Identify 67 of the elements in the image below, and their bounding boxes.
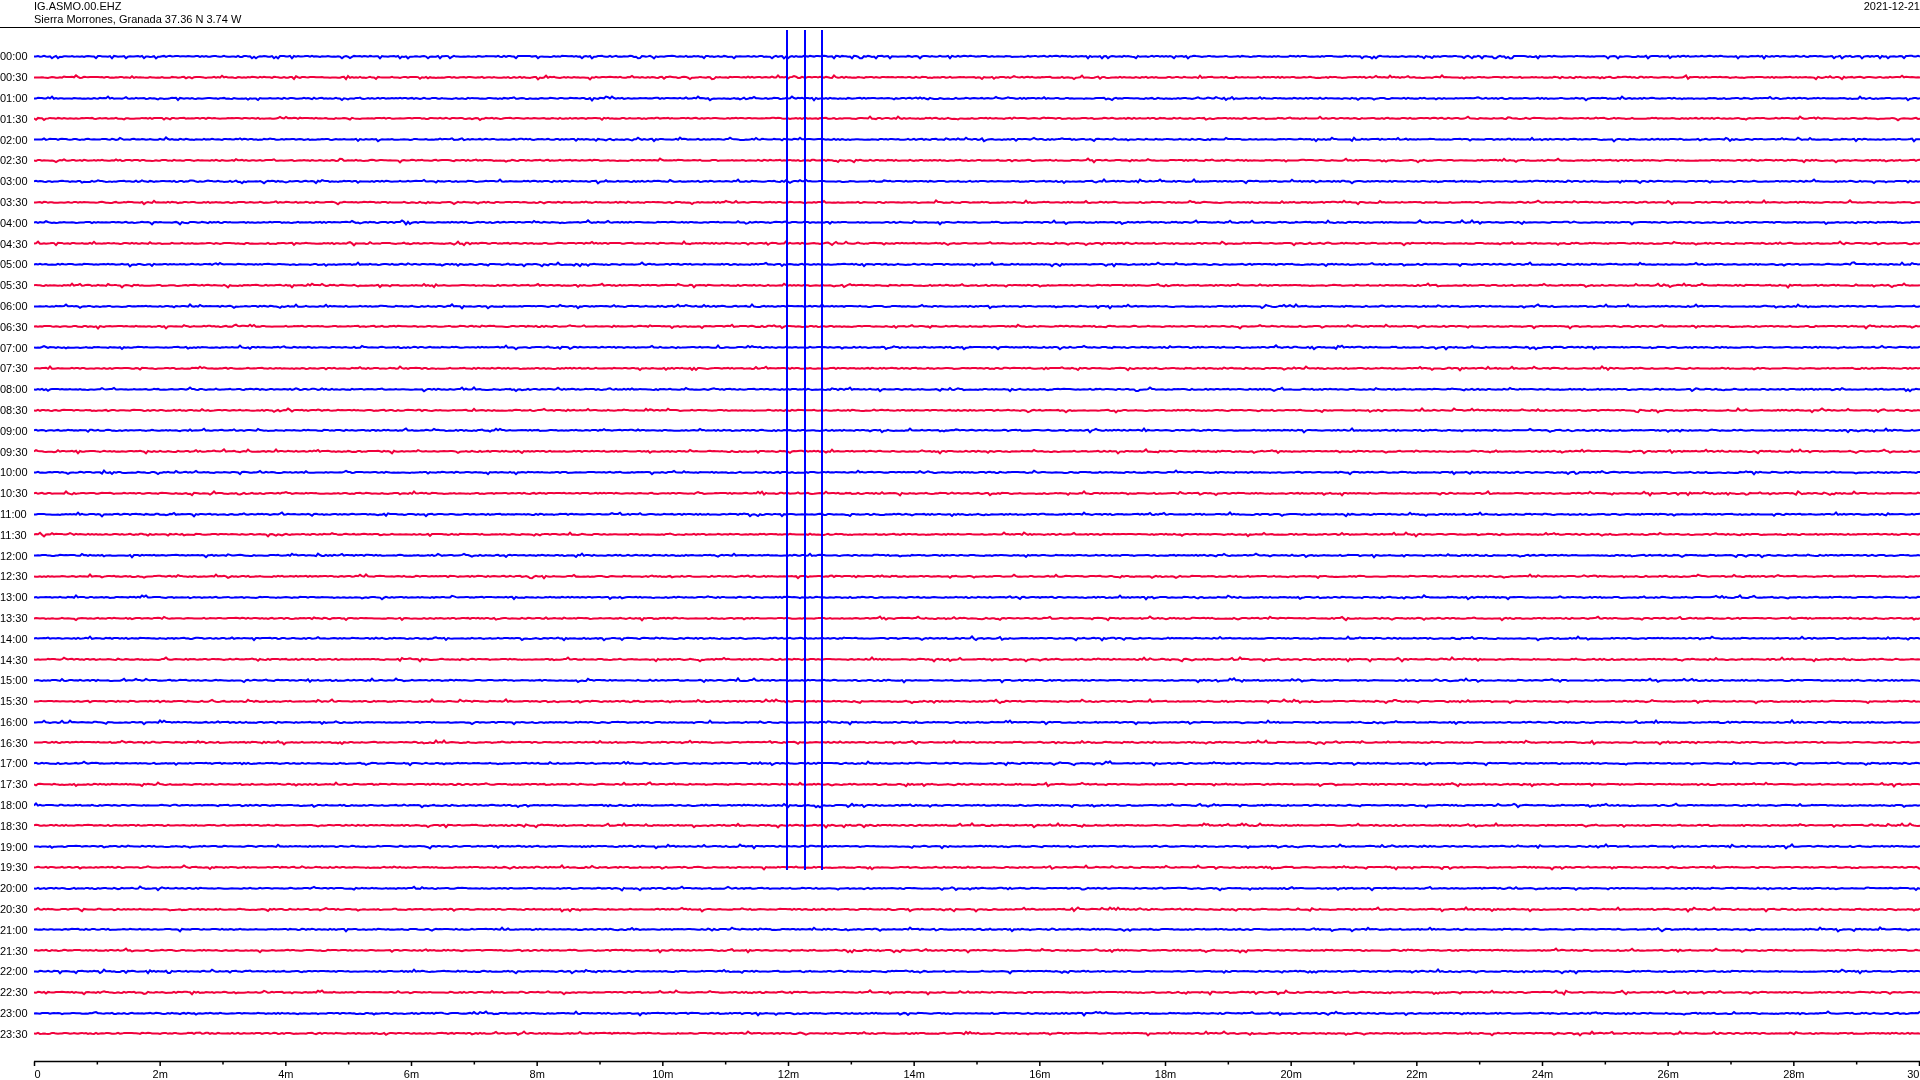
time-label: 21:30 <box>0 944 29 957</box>
time-label: 02:00 <box>0 133 29 146</box>
time-label: 07:00 <box>0 341 29 354</box>
time-label: 15:30 <box>0 695 29 708</box>
time-label: 06:00 <box>0 299 29 312</box>
axis-label: 28m <box>1783 1068 1805 1080</box>
time-label: 17:30 <box>0 778 29 791</box>
time-label: 18:00 <box>0 799 29 812</box>
axis-label: 12m <box>777 1068 800 1080</box>
time-label: 23:30 <box>0 1027 29 1040</box>
time-label: 14:00 <box>0 632 29 645</box>
axis-label: 6m <box>403 1068 420 1080</box>
axis-label: 14m <box>903 1068 925 1080</box>
time-label: 00:00 <box>0 50 29 63</box>
axis-label: 24m <box>1531 1068 1554 1080</box>
time-label: 12:00 <box>0 549 29 562</box>
time-label: 09:00 <box>0 424 29 437</box>
time-label: 17:00 <box>0 757 29 770</box>
time-label: 05:30 <box>0 279 29 292</box>
time-label: 03:30 <box>0 195 29 208</box>
time-label: 10:00 <box>0 466 29 479</box>
axis-label: 4m <box>278 1068 294 1080</box>
time-label: 22:30 <box>0 986 29 999</box>
time-label: 03:00 <box>0 175 29 188</box>
time-label: 14:30 <box>0 653 29 666</box>
time-label: 01:30 <box>0 112 29 125</box>
time-label: 11:30 <box>0 528 28 541</box>
time-label: 08:00 <box>0 383 29 396</box>
time-label: 23:00 <box>0 1007 29 1020</box>
time-label: 12:30 <box>0 570 29 583</box>
time-label: 09:30 <box>0 445 29 458</box>
date-label: 2021-12-21 <box>1863 0 1920 13</box>
time-label: 13:00 <box>0 591 29 604</box>
time-label: 16:30 <box>0 736 29 749</box>
time-label: 10:30 <box>0 487 29 500</box>
time-label: 06:30 <box>0 320 29 333</box>
time-label: 04:30 <box>0 237 29 250</box>
axis-label: 16m <box>1029 1068 1051 1080</box>
axis-label: 20m <box>1280 1068 1302 1080</box>
time-label: 05:00 <box>0 258 29 271</box>
time-label: 08:30 <box>0 403 29 416</box>
time-label: 16:00 <box>0 715 29 728</box>
time-label: 20:00 <box>0 882 29 895</box>
axis-label: 2m <box>152 1068 168 1080</box>
time-label: 18:30 <box>0 819 29 832</box>
time-label: 01:00 <box>0 92 29 104</box>
time-label: 19:00 <box>0 840 29 853</box>
time-label: 15:00 <box>0 674 29 687</box>
time-label: 19:30 <box>0 861 29 874</box>
axis-label: 0 <box>34 1068 41 1080</box>
axis-label: 10m <box>652 1068 674 1080</box>
axis-label: 8m <box>529 1068 545 1080</box>
station-code: IG.ASMO.00.EHZ <box>34 0 123 13</box>
time-label: 20:30 <box>0 903 29 916</box>
axis-label: 22m <box>1406 1068 1428 1080</box>
time-label: 21:00 <box>0 923 29 936</box>
axis-label: 30 <box>1907 1068 1920 1080</box>
time-label: 02:30 <box>0 154 29 167</box>
time-label: 07:30 <box>0 362 29 375</box>
time-label: 22:00 <box>0 965 29 978</box>
time-label: 13:30 <box>0 611 29 624</box>
axis-label: 26m <box>1657 1068 1679 1080</box>
time-label: 11:00 <box>0 507 28 520</box>
axis-label: 18m <box>1154 1068 1177 1080</box>
station-location: Sierra Morrones, Granada 37.36 N 3.74 W <box>34 13 242 26</box>
time-label: 00:30 <box>0 71 29 84</box>
time-label: 04:00 <box>0 216 29 229</box>
